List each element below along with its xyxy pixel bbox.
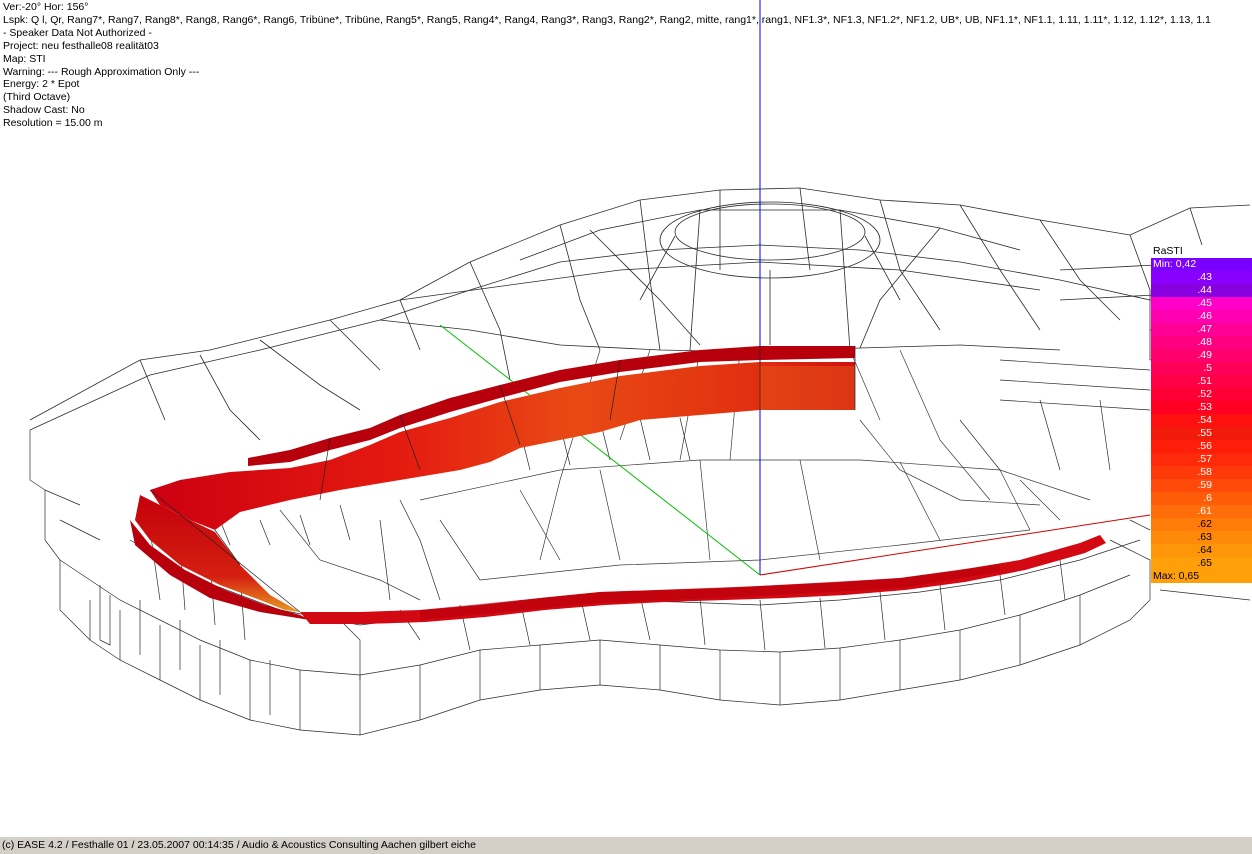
legend-step-label: .46	[1197, 310, 1212, 322]
legend-step: .48	[1151, 336, 1252, 349]
view-info-text: Ver:-20° Hor: 156° Lspk: Q l, Qr, Rang7*…	[3, 1, 1211, 130]
legend-step: .62	[1151, 518, 1252, 531]
legend-step-label: .6	[1203, 492, 1212, 504]
legend-step: .64	[1151, 544, 1252, 557]
legend-step-label: .43	[1197, 271, 1212, 283]
legend-max: Max: 0,65	[1151, 570, 1252, 583]
legend-min: Min: 0,42	[1151, 258, 1252, 271]
legend-step-label: .47	[1197, 323, 1212, 335]
legend-step-label: .59	[1197, 479, 1212, 491]
legend-step-label: .53	[1197, 401, 1212, 413]
speaker-auth-note: - Speaker Data Not Authorized -	[3, 26, 152, 39]
status-text: (c) EASE 4.2 / Festhalle 01 / 23.05.2007…	[2, 839, 476, 851]
legend-step-label: .49	[1197, 349, 1212, 361]
legend-step: .56	[1151, 440, 1252, 453]
octave-setting: (Third Octave)	[3, 91, 71, 104]
legend-step-label: .54	[1197, 414, 1212, 426]
map-type: Map: STI	[3, 52, 46, 65]
energy-setting: Energy: 2 * Epot	[3, 78, 80, 91]
legend-step: .52	[1151, 388, 1252, 401]
view-angles: Ver:-20° Hor: 156°	[3, 1, 89, 13]
legend-step: .43	[1151, 271, 1252, 284]
legend-step: .49	[1151, 349, 1252, 362]
legend-step: .57	[1151, 453, 1252, 466]
loudspeaker-list: Lspk: Q l, Qr, Rang7*, Rang7, Rang8*, Ra…	[3, 13, 1211, 26]
legend-step: .45	[1151, 297, 1252, 310]
legend-step: .47	[1151, 323, 1252, 336]
warning-text: Warning: --- Rough Approximation Only --…	[3, 65, 200, 78]
legend-step-label: .64	[1197, 544, 1212, 556]
legend-step-label: .56	[1197, 440, 1212, 452]
legend-max-label: Max: 0,65	[1153, 570, 1200, 582]
legend-step-label: .55	[1197, 427, 1212, 439]
rasti-color-legend: RaSTI Min: 0,42.43.44.45.46.47.48.49.5.5…	[1151, 245, 1252, 583]
legend-step-label: .61	[1197, 505, 1212, 517]
legend-step: .63	[1151, 531, 1252, 544]
legend-step: .65	[1151, 557, 1252, 570]
legend-min-label: Min: 0,42	[1153, 258, 1197, 270]
legend-step: .6	[1151, 492, 1252, 505]
legend-step-label: .65	[1197, 557, 1212, 569]
legend-scale: Min: 0,42.43.44.45.46.47.48.49.5.51.52.5…	[1151, 258, 1252, 583]
legend-step: .58	[1151, 466, 1252, 479]
legend-step: .51	[1151, 375, 1252, 388]
legend-step-label: .44	[1197, 284, 1212, 296]
legend-step-label: .57	[1197, 453, 1212, 465]
shadow-cast-setting: Shadow Cast: No	[3, 104, 85, 117]
sti-lower-front-band	[300, 535, 1106, 624]
3d-viewport[interactable]: Ver:-20° Hor: 156° Lspk: Q l, Qr, Rang7*…	[0, 0, 1252, 836]
status-bar: (c) EASE 4.2 / Festhalle 01 / 23.05.2007…	[0, 836, 1252, 854]
legend-step: .61	[1151, 505, 1252, 518]
legend-step-label: .63	[1197, 531, 1212, 543]
legend-step: .59	[1151, 479, 1252, 492]
legend-step-label: .62	[1197, 518, 1212, 530]
legend-step: .54	[1151, 414, 1252, 427]
legend-step: .44	[1151, 284, 1252, 297]
legend-title: RaSTI	[1151, 245, 1252, 258]
project-name: Project: neu festhalle08 realität03	[3, 39, 159, 52]
legend-step-label: .51	[1197, 375, 1212, 387]
legend-step-label: .48	[1197, 336, 1212, 348]
legend-step-label: .5	[1203, 362, 1212, 374]
legend-step-label: .52	[1197, 388, 1212, 400]
legend-step: .55	[1151, 427, 1252, 440]
legend-step-label: .58	[1197, 466, 1212, 478]
resolution-setting: Resolution = 15.00 m	[3, 117, 103, 130]
legend-step: .53	[1151, 401, 1252, 414]
legend-step: .46	[1151, 310, 1252, 323]
legend-step-label: .45	[1197, 297, 1212, 309]
legend-step: .5	[1151, 362, 1252, 375]
